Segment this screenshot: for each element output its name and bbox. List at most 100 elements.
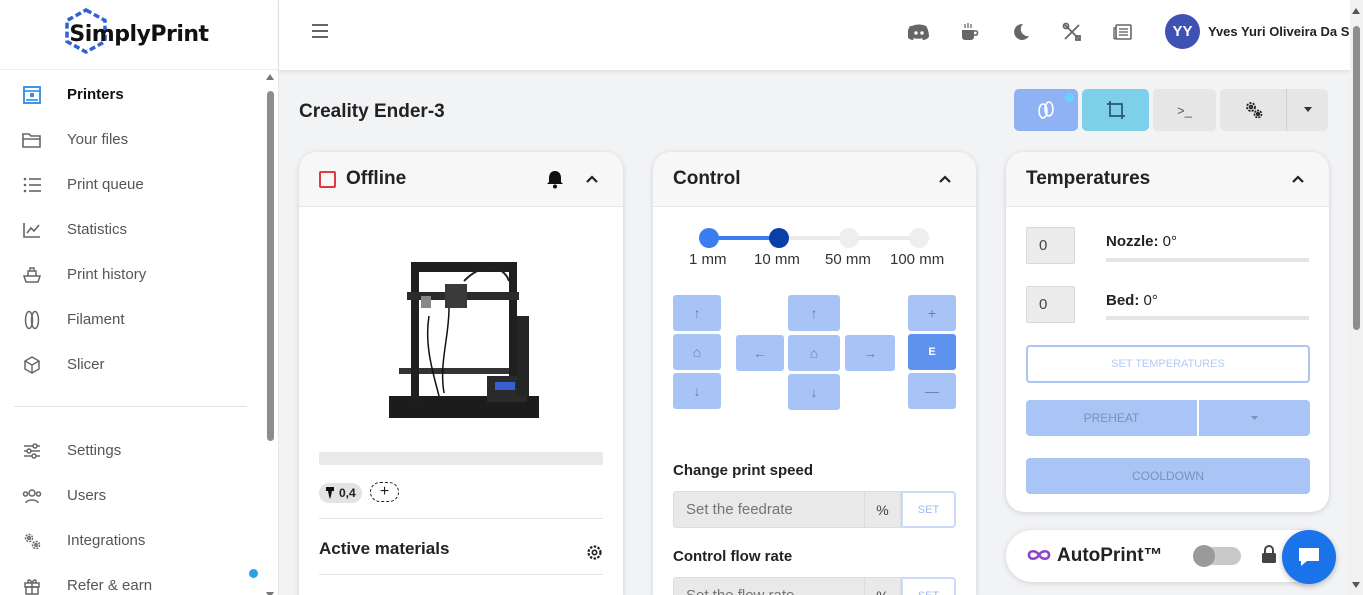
- sidebar-item-printers[interactable]: Printers: [0, 72, 278, 117]
- sidebar-item-print-history[interactable]: Print history: [0, 252, 278, 297]
- toggle-knob: [1193, 545, 1215, 567]
- chevron-up-icon[interactable]: [585, 172, 599, 186]
- bed-temp-bar: [1106, 316, 1309, 320]
- infinity-icon: [1027, 549, 1051, 561]
- sidebar-item-settings[interactable]: Settings: [0, 428, 278, 473]
- control-card: Control 1 mm 10 mm 50 mm 100 mm ↑ ⌂ ↓ ↑ …: [653, 152, 976, 595]
- terminal-button[interactable]: >_: [1153, 89, 1216, 131]
- moon-icon[interactable]: [1009, 20, 1033, 44]
- preheat-dropdown-button[interactable]: [1199, 400, 1310, 436]
- username[interactable]: Yves Yuri Oliveira Da S: [1208, 24, 1350, 39]
- logo[interactable]: SimplyPrint: [0, 0, 278, 70]
- arrow-left-icon: ←: [753, 345, 767, 361]
- sidebar-scrollbar[interactable]: [266, 74, 274, 595]
- step-label-10mm[interactable]: 10 mm: [754, 251, 800, 268]
- sidebar-item-your-files[interactable]: Your files: [0, 117, 278, 162]
- caret-down-icon[interactable]: [1304, 107, 1312, 112]
- preheat-button[interactable]: PREHEAT: [1026, 400, 1197, 436]
- sidebar-item-statistics[interactable]: Statistics: [0, 207, 278, 252]
- xy-home-button[interactable]: ⌂: [788, 335, 840, 371]
- x-left-button[interactable]: ←: [736, 335, 784, 371]
- sidebar-divider: [14, 406, 247, 407]
- chat-button[interactable]: [1282, 530, 1336, 584]
- extrude-plus-button[interactable]: +: [908, 295, 956, 331]
- printer-settings-button[interactable]: [1220, 89, 1328, 131]
- sidebar-item-print-queue[interactable]: Print queue: [0, 162, 278, 207]
- bell-icon[interactable]: [545, 169, 565, 189]
- add-tag-button[interactable]: +: [370, 482, 399, 502]
- chevron-up-icon[interactable]: [938, 172, 952, 186]
- sidebar-item-label: Integrations: [67, 532, 146, 549]
- filament-button[interactable]: [1014, 89, 1078, 131]
- gear-icon[interactable]: [586, 544, 603, 561]
- scroll-down-arrow-icon[interactable]: [1352, 582, 1360, 588]
- set-flow-rate-button[interactable]: SET: [901, 577, 956, 595]
- z-home-button[interactable]: ⌂: [673, 334, 721, 370]
- chat-bubble-icon: [1299, 548, 1319, 566]
- step-knob-100mm[interactable]: [909, 228, 929, 248]
- sidebar-item-filament[interactable]: Filament: [0, 297, 278, 342]
- history-icon: [22, 265, 42, 285]
- page-scrollbar[interactable]: [1350, 0, 1363, 595]
- y-down-button[interactable]: ↓: [788, 374, 840, 410]
- flow-rate-title: Control flow rate: [673, 548, 793, 565]
- nozzle-size-value: 0,4: [339, 486, 356, 500]
- percent-unit: %: [865, 491, 901, 528]
- avatar[interactable]: YY: [1165, 14, 1200, 49]
- cooldown-button[interactable]: COOLDOWN: [1026, 458, 1310, 494]
- y-up-button[interactable]: ↑: [788, 295, 840, 331]
- scrollbar-thumb[interactable]: [267, 91, 274, 441]
- discord-icon[interactable]: [907, 20, 931, 44]
- z-down-button[interactable]: ↓: [673, 373, 721, 409]
- set-temperatures-button[interactable]: SET TEMPERATURES: [1026, 345, 1310, 383]
- menu-toggle-icon[interactable]: [312, 24, 328, 38]
- status-dot: [1065, 93, 1074, 102]
- folder-icon: [22, 130, 42, 150]
- nozzle-temp-input[interactable]: 0: [1026, 227, 1075, 264]
- step-label-100mm[interactable]: 100 mm: [890, 251, 944, 268]
- flow-rate-input[interactable]: [673, 577, 865, 595]
- lock-icon[interactable]: [1261, 544, 1277, 564]
- step-knob-1mm[interactable]: [699, 228, 719, 248]
- sidebar-item-label: Refer & earn: [67, 577, 153, 594]
- list-icon: [22, 175, 42, 195]
- sliders-icon: [22, 441, 42, 461]
- notification-dot: [249, 569, 258, 578]
- sidebar-nav-bottom: Settings Users Integrations Refer & earn: [0, 426, 278, 595]
- scroll-up-arrow-icon[interactable]: [1352, 8, 1360, 14]
- scroll-up-arrow-icon[interactable]: [266, 74, 274, 80]
- autoprint-toggle[interactable]: [1193, 545, 1241, 567]
- feedrate-input[interactable]: [673, 491, 865, 528]
- step-knob-10mm[interactable]: [769, 228, 789, 248]
- extrude-minus-button[interactable]: —: [908, 373, 956, 409]
- sidebar-nav: Printers Your files Print queue Statisti…: [0, 70, 278, 387]
- arrow-right-icon: →: [863, 345, 877, 361]
- chevron-up-icon[interactable]: [1291, 172, 1305, 186]
- cogs-icon: [1246, 102, 1263, 119]
- x-right-button[interactable]: →: [845, 335, 895, 371]
- step-knob-50mm[interactable]: [839, 228, 859, 248]
- bed-temp-input[interactable]: 0: [1026, 286, 1075, 323]
- nozzle-size-badge[interactable]: 0,4: [319, 483, 362, 503]
- arrow-down-icon: ↓: [810, 384, 818, 400]
- tools-icon[interactable]: [1060, 20, 1084, 44]
- z-up-button[interactable]: ↑: [673, 295, 721, 331]
- coffee-icon[interactable]: [958, 20, 982, 44]
- sidebar-item-integrations[interactable]: Integrations: [0, 518, 278, 563]
- news-icon[interactable]: [1111, 20, 1135, 44]
- card-header: Temperatures: [1006, 152, 1329, 207]
- offline-status-icon: [319, 170, 336, 188]
- sidebar-item-users[interactable]: Users: [0, 473, 278, 518]
- sidebar-item-refer-earn[interactable]: Refer & earn: [0, 563, 278, 595]
- set-feedrate-button[interactable]: SET: [901, 491, 956, 528]
- nozzle-temp-label: Nozzle: 0°: [1106, 233, 1177, 250]
- bed-view-button[interactable]: [1082, 89, 1149, 131]
- home-icon: ⌂: [692, 344, 702, 360]
- step-label-50mm[interactable]: 50 mm: [825, 251, 871, 268]
- sidebar-item-label: Statistics: [67, 221, 128, 238]
- sidebar-item-slicer[interactable]: Slicer: [0, 342, 278, 387]
- plus-icon: +: [379, 483, 390, 500]
- scrollbar-thumb[interactable]: [1353, 26, 1360, 330]
- extruder-icon: E: [928, 346, 936, 358]
- step-label-1mm[interactable]: 1 mm: [689, 251, 727, 268]
